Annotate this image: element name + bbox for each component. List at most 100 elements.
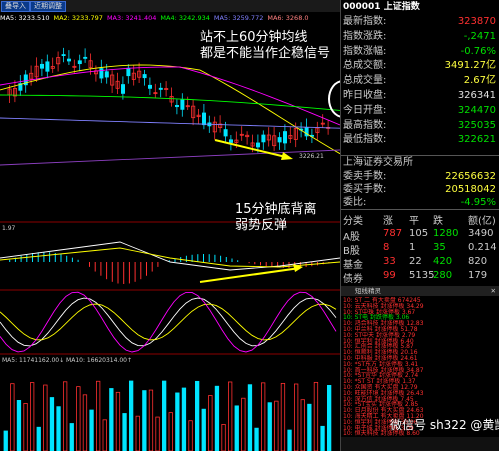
volume-bar — [76, 386, 81, 451]
volume-bar — [3, 430, 8, 451]
volume-bar — [194, 380, 200, 451]
volume-bar — [320, 425, 325, 451]
quote-label: 今日开盘: — [343, 104, 387, 116]
breadth-header-cell: 涨 — [383, 216, 393, 227]
quote-row: 最新指数: 323870 — [343, 15, 498, 28]
annotation-ma60-line2: 都是不能当作企稳信号 — [200, 46, 331, 61]
volume-bar — [274, 400, 279, 451]
volume-bar — [201, 408, 206, 451]
macd-value-label: 1.97 — [2, 225, 16, 232]
breadth-header-cell: 平 — [409, 216, 419, 227]
breadth-cell: 8 — [383, 242, 390, 253]
breadth-header-cell: 额(亿) — [468, 216, 496, 227]
news-close-icon[interactable]: ✕ — [491, 286, 496, 296]
candle-body — [104, 71, 109, 78]
volume-bar — [260, 382, 266, 451]
quote-label: 指数涨幅: — [343, 45, 387, 57]
candle-body — [174, 104, 179, 108]
quote-row: 指数涨跌: -,2471 — [343, 30, 498, 43]
breadth-cell: 105 — [409, 228, 429, 239]
volume-bar — [10, 383, 15, 451]
quote-value: -0.76% — [460, 45, 496, 57]
breadth-cell: 债券 — [343, 274, 363, 285]
order-row: 委卖手数: 22656632 — [343, 170, 498, 183]
breadth-cell: 22 — [409, 256, 422, 267]
volume-bar — [49, 397, 55, 451]
volume-bar — [43, 384, 48, 451]
volume-bar — [23, 403, 28, 451]
quote-value: 2.67亿 — [463, 75, 496, 87]
candle-body — [277, 137, 282, 143]
volume-bar — [208, 395, 213, 451]
candle-body — [255, 142, 260, 148]
breadth-cell: 280 — [433, 270, 453, 281]
annotation-ma60-line1: 站不上60分钟均线 — [200, 30, 308, 45]
candle-body — [282, 131, 287, 144]
index-code: 000001 — [343, 2, 381, 12]
volume-bar — [135, 415, 140, 451]
volume-bar — [109, 388, 114, 451]
annotation-ma60: 站不上60分钟均线 都是不能当作企稳信号 — [200, 30, 330, 62]
candle-body — [77, 60, 82, 65]
quote-value: 325035 — [457, 119, 496, 131]
kdj-k-line — [0, 297, 337, 347]
volume-bar — [69, 423, 74, 451]
quote-label: 最高指数: — [343, 119, 387, 131]
candle-body — [147, 84, 152, 89]
ma-line — [0, 64, 340, 155]
order-value: -4.95% — [460, 197, 496, 208]
annotation-divergence: 15分钟底背离 弱势反弹 — [235, 202, 317, 234]
volume-bar — [326, 385, 332, 451]
volume-bar — [227, 381, 233, 451]
volume-bar — [122, 413, 127, 451]
quote-value: 324470 — [457, 104, 496, 116]
volume-bar — [63, 381, 68, 451]
divider — [341, 209, 499, 210]
quote-value: 326341 — [457, 90, 496, 101]
volume-bar — [300, 399, 305, 451]
candle-body — [126, 67, 131, 77]
breadth-cell: 99 — [383, 270, 396, 281]
breadth-cell: 5135 — [409, 270, 435, 281]
quote-value: 323870 — [457, 16, 496, 27]
volume-bar — [241, 397, 246, 451]
candle-body — [45, 61, 50, 72]
volume-bar — [102, 419, 107, 451]
order-label: 委买手数: — [343, 184, 387, 195]
breadth-cell: 1 — [409, 242, 416, 253]
breadth-header-cell: 跌 — [433, 216, 443, 227]
volume-bar — [221, 424, 226, 451]
annotation-divergence-line2: 弱势反弹 — [235, 218, 288, 233]
low-price-label: 3226.21 — [299, 153, 324, 160]
breadth-header: 分类 涨 平 跌 额(亿) — [343, 212, 498, 227]
volume-bar — [148, 389, 154, 451]
annotation-divergence-line1: 15分钟底背离 — [235, 202, 317, 217]
volume-bar — [29, 382, 35, 451]
breadth-row: 债券 99 5135 280 179 — [343, 270, 498, 285]
candle-body — [121, 84, 126, 94]
breadth-row: 基金 33 22 420 820 — [343, 256, 498, 271]
index-name: 上证指数 — [383, 2, 420, 12]
volume-bar — [247, 384, 253, 451]
breadth-cell: 0.214 — [468, 242, 497, 253]
volume-bar — [293, 383, 299, 451]
breadth-cell: A股 — [343, 232, 360, 243]
quote-value: 3491.27亿 — [444, 60, 496, 72]
volume-bar — [307, 403, 312, 451]
breadth-row: A股 787 105 1280 3490 — [343, 228, 498, 243]
order-row: 委买手数: 20518042 — [343, 183, 498, 196]
candle-body — [261, 134, 266, 143]
volume-bar — [161, 380, 167, 451]
quote-value: 322621 — [457, 134, 496, 146]
volume-bar — [96, 380, 101, 451]
breadth-cell: 420 — [433, 256, 453, 267]
kline-chart-area[interactable]: 叠导入 近期调整 MA5: 3233.510 MA2: 3233.797 MA3: … — [0, 0, 340, 451]
order-value: 22656632 — [445, 171, 496, 182]
bottom-bar — [341, 437, 499, 451]
watermark-text: 微信号 sh322 @黄凯杰 — [390, 418, 499, 432]
breadth-cell: 787 — [383, 228, 403, 239]
candle-body — [201, 112, 206, 126]
candle-body — [40, 63, 45, 69]
kdj-j-line — [0, 291, 337, 353]
quote-label: 指数涨跌: — [343, 30, 387, 42]
